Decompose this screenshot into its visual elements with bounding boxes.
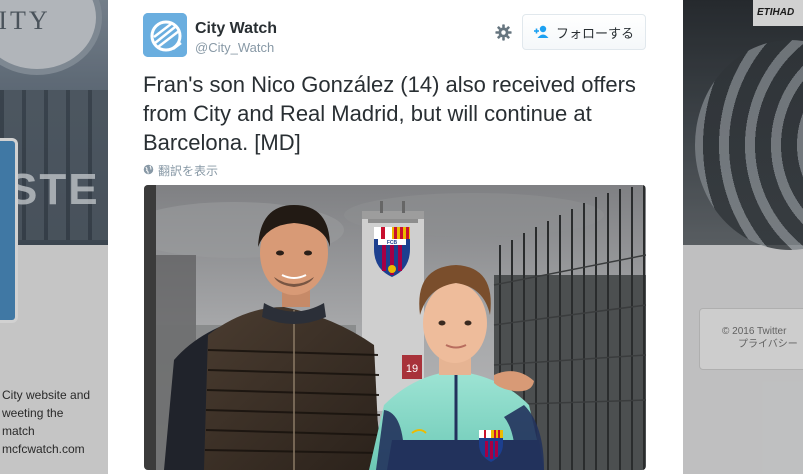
translate-label: 翻訳を表示	[158, 164, 219, 178]
background-overlay-right[interactable]	[683, 0, 803, 474]
translate-link[interactable]: 翻訳を表示	[143, 162, 218, 179]
follow-button-label: フォローする	[555, 25, 634, 41]
city-watch-logo-icon	[143, 13, 187, 57]
follow-button[interactable]: フォローする	[522, 14, 646, 50]
gear-icon[interactable]	[493, 22, 513, 42]
globe-icon	[143, 164, 154, 178]
tweet-text: Fran's son Nico González (14) also recei…	[143, 72, 636, 155]
tweet-permalink-modal: City Watch @City_Watch フォローする Fran's son…	[108, 0, 683, 474]
user-handle[interactable]: @City_Watch	[195, 40, 274, 55]
photo-sign-number: 19	[406, 363, 418, 375]
user-avatar[interactable]	[143, 13, 187, 57]
photo-image: FCB 19	[144, 185, 646, 470]
tweet-photo[interactable]: FCB 19	[144, 185, 646, 470]
add-user-icon	[533, 25, 550, 39]
background-overlay-left[interactable]	[0, 0, 108, 474]
user-display-name[interactable]: City Watch	[195, 20, 277, 38]
